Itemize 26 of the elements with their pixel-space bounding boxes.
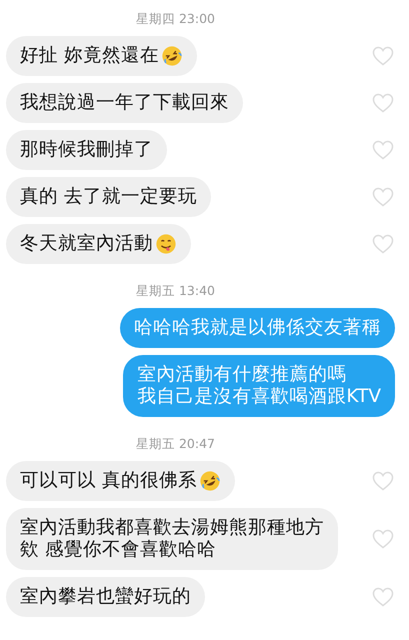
heart-icon[interactable]: [371, 138, 395, 162]
timestamp: 星期五 20:47: [135, 436, 216, 452]
heart-icon[interactable]: [371, 585, 395, 609]
message-text: 可以可以 真的很佛系: [20, 470, 197, 492]
message-text: 室內活動有什麼推薦的嗎: [137, 364, 348, 386]
message-text: 冬天就室內活動: [20, 233, 153, 255]
message-text: 我想說過一年了下載回來: [20, 92, 229, 114]
heart-icon[interactable]: [371, 185, 395, 209]
timestamp: 星期四 23:00: [135, 11, 216, 27]
heart-icon[interactable]: [371, 469, 395, 493]
laughing-emoji-icon: [198, 470, 221, 492]
heart-icon[interactable]: [371, 44, 395, 68]
timestamp: 星期五 13:40: [135, 283, 216, 299]
message-text: 哈哈哈我就是以佛係交友著稱: [134, 317, 381, 339]
heart-icon[interactable]: [371, 232, 395, 256]
message-text: 室內攀岩也蠻好玩的: [20, 586, 191, 608]
message-text: 真的 去了就一定要玩: [20, 186, 197, 208]
message-text: 好扯 妳竟然還在: [20, 45, 159, 67]
laughing-emoji-icon: [160, 45, 183, 67]
message-text: 我自己是沒有喜歡喝酒跟KTV: [137, 386, 381, 408]
message-text: 欸 感覺你不會喜歡哈哈: [20, 539, 217, 561]
heart-icon[interactable]: [371, 527, 395, 551]
tongue-emoji-icon: [155, 233, 177, 255]
heart-icon[interactable]: [371, 91, 395, 115]
message-text: 那時候我刪掉了: [20, 139, 153, 161]
message-text: 室內活動我都喜歡去湯姆熊那種地方: [20, 517, 324, 539]
